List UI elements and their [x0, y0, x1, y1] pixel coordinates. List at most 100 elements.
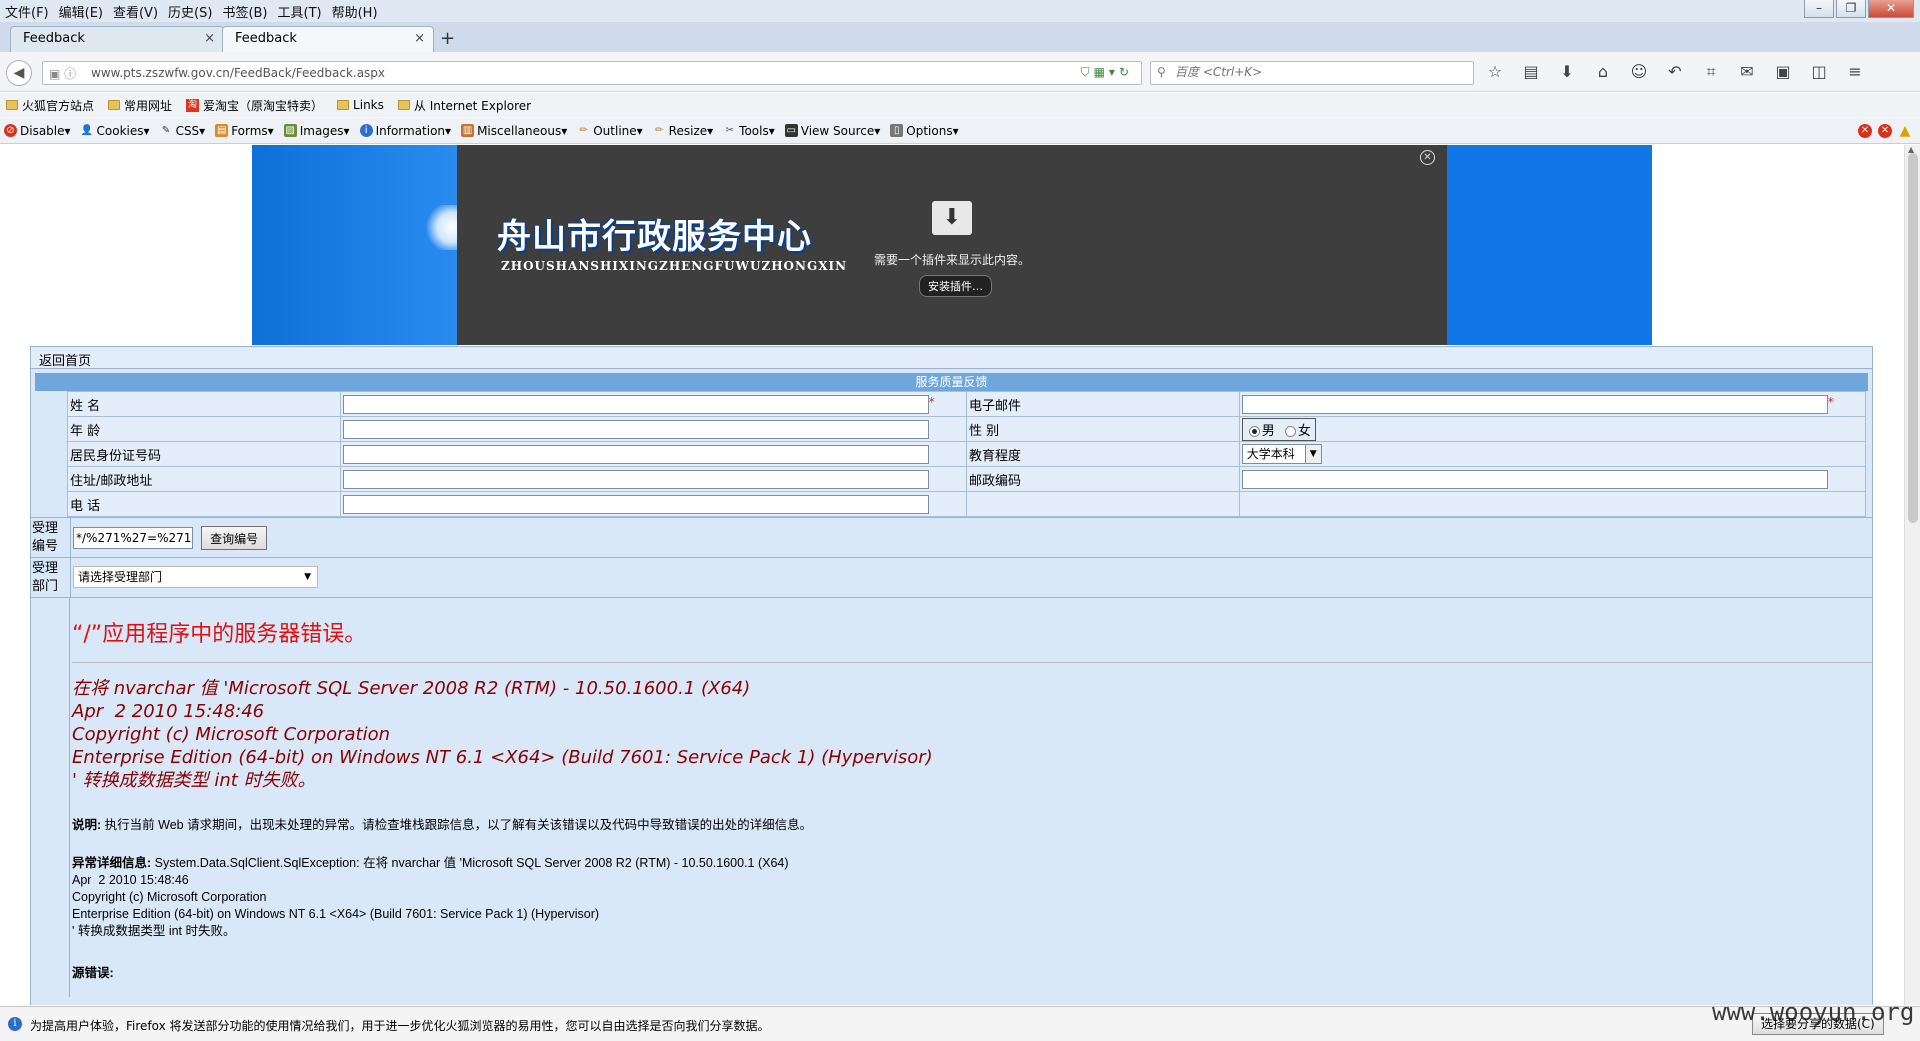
home-bar: 返回首页: [31, 347, 1872, 369]
window-controls: – ❐ ✕: [1804, 0, 1914, 18]
tab-close-icon[interactable]: ×: [414, 27, 425, 51]
dev-miscellaneous[interactable]: ▥ Miscellaneous▾: [461, 124, 567, 138]
reading-list-icon[interactable]: ▤: [1520, 62, 1542, 82]
field-label-gender: 性 别: [965, 416, 1240, 442]
menu-bar: 文件(F) 编辑(E) 查看(V) 历史(S) 书签(B) 工具(T) 帮助(H…: [0, 0, 1920, 22]
search-bar[interactable]: ⚲: [1150, 61, 1474, 85]
banner-title: 舟山市行政服务中心: [497, 217, 812, 257]
dev-cookies[interactable]: 👤 Cookies▾: [81, 124, 150, 138]
dev-options[interactable]: ▯ Options▾: [890, 124, 959, 138]
dept-select[interactable]: 请选择受理部门 ▼: [73, 566, 318, 588]
table-row: 年 龄 性 别 男 女: [67, 416, 1867, 442]
warning-icon[interactable]: ▲: [1898, 124, 1912, 138]
web-developer-toolbar: ⊘ Disable▾ 👤 Cookies▾ ✎ CSS▾ ▤ Forms▾ ▨ Image…: [0, 118, 1920, 144]
miscellaneous-icon: ▥: [461, 124, 475, 137]
info-icon: i: [8, 1017, 22, 1031]
url-actions-icons[interactable]: ⛉▦▾↻: [1081, 65, 1133, 80]
bookmark-firefox-site[interactable]: 火狐官方站点: [6, 97, 94, 114]
dept-label: 受理部门: [31, 558, 71, 597]
query-id-button[interactable]: 查询编号: [201, 526, 268, 550]
crop-icon[interactable]: ⌗: [1700, 62, 1722, 82]
name-field[interactable]: [342, 394, 929, 414]
education-select[interactable]: 大学本科 ▼: [1241, 444, 1322, 464]
watermark: www.wooyun.org: [1712, 998, 1915, 1026]
back-arrow-icon[interactable]: ◀: [6, 60, 32, 86]
dev-forms[interactable]: ▤ Forms▾: [215, 124, 274, 138]
dev-view-source[interactable]: ▭ View Source▾: [784, 124, 880, 138]
menu-view[interactable]: 查看(V): [108, 2, 163, 21]
email-field[interactable]: [1241, 394, 1828, 414]
menu-help[interactable]: 帮助(H): [327, 2, 383, 21]
chevron-down-icon: ▼: [1304, 445, 1321, 463]
download-icon[interactable]: ⬇: [1556, 62, 1578, 82]
view-source-icon: ▭: [784, 124, 798, 137]
maximize-button[interactable]: ❐: [1836, 0, 1866, 18]
tab-close-icon[interactable]: ×: [204, 27, 215, 51]
required-mark: *: [1827, 394, 1834, 409]
bookmark-star-icon[interactable]: ☆: [1484, 62, 1506, 82]
scrollbar-thumb[interactable]: [1908, 153, 1918, 523]
images-icon: ▨: [283, 124, 297, 137]
gender-female-radio[interactable]: [1284, 425, 1296, 437]
menu-bookmarks[interactable]: 书签(B): [217, 2, 272, 21]
gender-male-radio[interactable]: [1248, 425, 1260, 437]
dev-tools[interactable]: ✂ Tools▾: [723, 124, 774, 138]
screenshot-icon[interactable]: ▣: [1772, 62, 1794, 82]
field-label-name: 姓 名: [67, 391, 341, 417]
bookmark-from-ie[interactable]: 从 Internet Explorer: [397, 97, 531, 114]
home-icon[interactable]: ⌂: [1592, 62, 1614, 82]
minimize-button[interactable]: –: [1804, 0, 1834, 18]
accept-id-input[interactable]: [73, 527, 193, 549]
toolbar-icons: ☆ ▤ ⬇ ⌂ ☺ ↶ ⌗ ✉ ▣ ◫ ≡: [1484, 62, 1866, 82]
install-plugin-button[interactable]: 安装插件…: [919, 275, 992, 297]
new-tab-button[interactable]: +: [440, 28, 455, 49]
dev-resize[interactable]: ✏ Resize▾: [653, 124, 713, 138]
site-identity-icon[interactable]: ▣ ⓘ: [49, 65, 76, 82]
tab-label: Feedback: [23, 31, 85, 46]
feedback-fields-table: 姓 名 * 电子邮件 * 年 龄 性 别 男 女 居民身份证号码 教育程度 大学…: [67, 391, 1867, 517]
header-banner: ✕ 舟山市行政服务中心 ZHOUSHANSHIXINGZHENGFUWUZHON…: [252, 145, 1652, 345]
server-error-area: “/”应用程序中的服务器错误。 在将 nvarchar 值 'Microsoft…: [31, 597, 1872, 997]
undo-icon[interactable]: ↶: [1664, 62, 1686, 82]
close-icon[interactable]: ✕: [1420, 150, 1435, 165]
resize-icon: ✏: [654, 125, 664, 136]
bookmark-common-sites[interactable]: 常用网址: [108, 97, 172, 114]
disable-icon: ⊘: [4, 124, 17, 137]
chat-icon[interactable]: ☺: [1628, 62, 1650, 82]
tab-feedback-1[interactable]: Feedback ×: [10, 26, 224, 52]
folder-icon: [6, 100, 18, 110]
url-bar[interactable]: ▣ ⓘ www.pts.zszwfw.gov.cn/FeedBack/Feedb…: [42, 61, 1142, 85]
dev-information[interactable]: i Information▾: [359, 124, 451, 138]
addon-icon[interactable]: ◫: [1808, 62, 1830, 82]
error-icon[interactable]: ✕: [1858, 124, 1872, 138]
field-label-education: 教育程度: [965, 441, 1240, 467]
menu-history[interactable]: 历史(S): [163, 2, 217, 21]
error-icon[interactable]: ✕: [1878, 124, 1892, 138]
bookmark-links[interactable]: Links: [337, 98, 384, 112]
postcode-field[interactable]: [1241, 469, 1828, 489]
field-label-phone: 电 话: [67, 491, 341, 517]
home-link[interactable]: 返回首页: [39, 354, 91, 369]
forms-icon: ▤: [215, 124, 229, 137]
address-field[interactable]: [342, 469, 929, 489]
id-card-field[interactable]: [342, 444, 929, 464]
window-close-button[interactable]: ✕: [1868, 0, 1914, 18]
dev-disable[interactable]: ⊘ Disable▾: [4, 124, 71, 138]
search-input[interactable]: [1175, 65, 1455, 79]
tab-feedback-2[interactable]: Feedback ×: [222, 26, 434, 52]
outline-pencil-icon: ✏: [579, 125, 588, 136]
hamburger-menu-icon[interactable]: ≡: [1844, 62, 1866, 82]
dev-images[interactable]: ▨ Images▾: [283, 124, 350, 138]
bookmarks-bar: 火狐官方站点 常用网址 淘爱淘宝（原淘宝特卖） Links 从 Internet…: [0, 93, 1920, 117]
comment-icon[interactable]: ✉: [1736, 62, 1758, 82]
bookmark-aitaobao[interactable]: 淘爱淘宝（原淘宝特卖）: [186, 97, 323, 114]
dev-css[interactable]: ✎ CSS▾: [160, 124, 205, 138]
vertical-scrollbar[interactable]: ▲: [1904, 145, 1920, 1005]
phone-field[interactable]: [342, 494, 929, 514]
dev-outline[interactable]: ✏ Outline▾: [577, 124, 643, 138]
menu-tools[interactable]: 工具(T): [273, 2, 327, 21]
age-field[interactable]: [342, 419, 929, 439]
menu-file[interactable]: 文件(F): [0, 2, 54, 21]
menu-edit[interactable]: 编辑(E): [54, 2, 108, 21]
error-title: “/”应用程序中的服务器错误。: [72, 616, 1872, 663]
